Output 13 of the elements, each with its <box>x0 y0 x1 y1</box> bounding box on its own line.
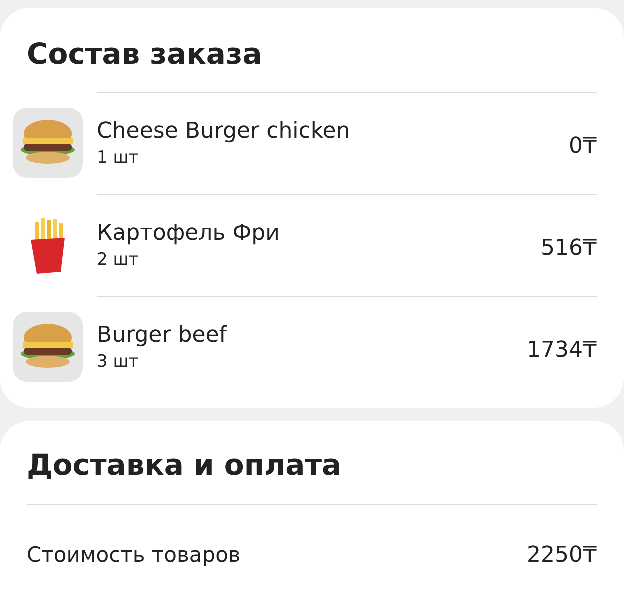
item-quantity: 3 шт <box>97 350 140 374</box>
item-quantity: 2 шт <box>97 248 140 272</box>
item-price: 1734₸ <box>527 336 597 364</box>
section-title: Состав заказа <box>26 36 264 73</box>
item-name: Burger beef <box>97 322 228 350</box>
item-price: 516₸ <box>541 234 597 262</box>
item-quantity: 1 шт <box>97 146 140 170</box>
section-title: Доставка и оплата <box>26 447 343 484</box>
item-name: Cheese Burger chicken <box>97 118 352 146</box>
row-value: 2250₸ <box>527 542 597 570</box>
item-name: Картофель Фри <box>97 220 281 248</box>
item-price: 0₸ <box>569 132 597 160</box>
row-label: Стоимость товаров <box>27 542 241 569</box>
